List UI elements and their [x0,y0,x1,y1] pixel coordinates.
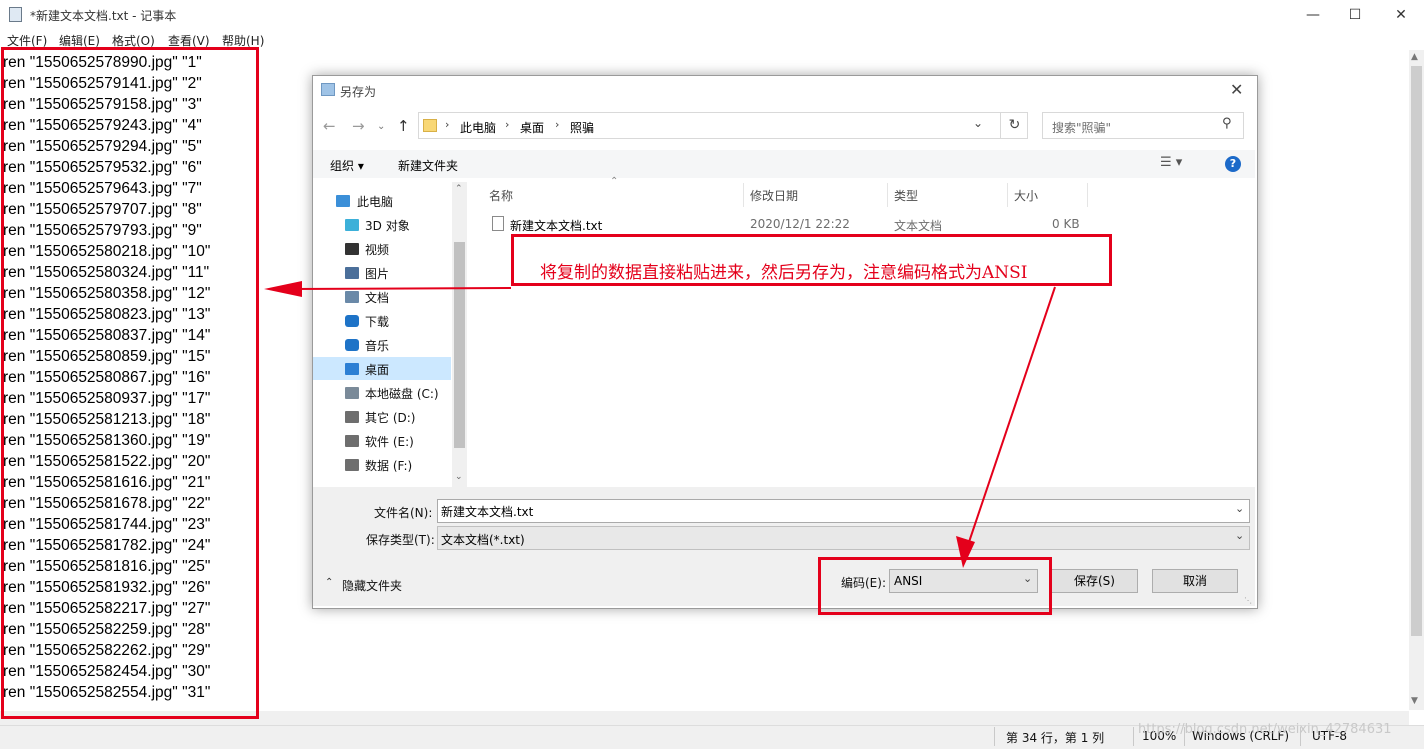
annotation-arrows [264,281,1056,568]
annotation-arrow-down [967,286,1056,546]
arrow-head-left-icon [264,281,302,297]
arrow-head-down-icon [956,536,975,568]
annotation-arrow-left [289,287,512,290]
